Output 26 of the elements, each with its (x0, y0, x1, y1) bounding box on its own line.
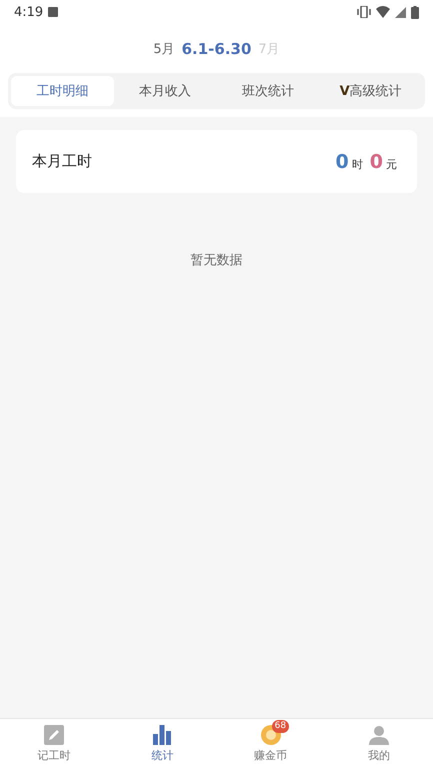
tab[interactable]: 本月收入 (114, 76, 216, 106)
card-title: 本月工时 (32, 152, 92, 171)
empty-message: 暂无数据 (190, 252, 242, 269)
status-time: 4:19 (14, 4, 44, 20)
bar-chart-icon (153, 725, 172, 745)
nav-item[interactable]: 记工时 (0, 719, 108, 769)
tab[interactable]: V高级统计 (319, 76, 422, 106)
previous-month-link[interactable]: 5月 (153, 40, 175, 58)
tab[interactable]: 工时明细 (11, 76, 114, 106)
signal-icon (395, 6, 406, 18)
current-period: 6.1-6.30 (182, 40, 252, 58)
wifi-icon (376, 6, 390, 18)
amount-unit: 元 (386, 156, 397, 172)
pencil-icon (44, 725, 64, 745)
nav-item[interactable]: 68 赚金币 (216, 719, 325, 769)
amount-value: 0 (370, 150, 383, 172)
tab[interactable]: 班次统计 (216, 76, 320, 106)
person-icon (368, 725, 389, 745)
nav-item[interactable]: 我的 (324, 719, 433, 769)
hours-value: 0 (336, 150, 349, 172)
hours-unit: 时 (352, 156, 363, 172)
count-badge: 68 (272, 720, 290, 733)
vibrate-icon (357, 6, 371, 18)
notification-icon (48, 7, 58, 17)
nav-item[interactable]: 统计 (108, 719, 216, 769)
battery-icon (411, 6, 419, 18)
